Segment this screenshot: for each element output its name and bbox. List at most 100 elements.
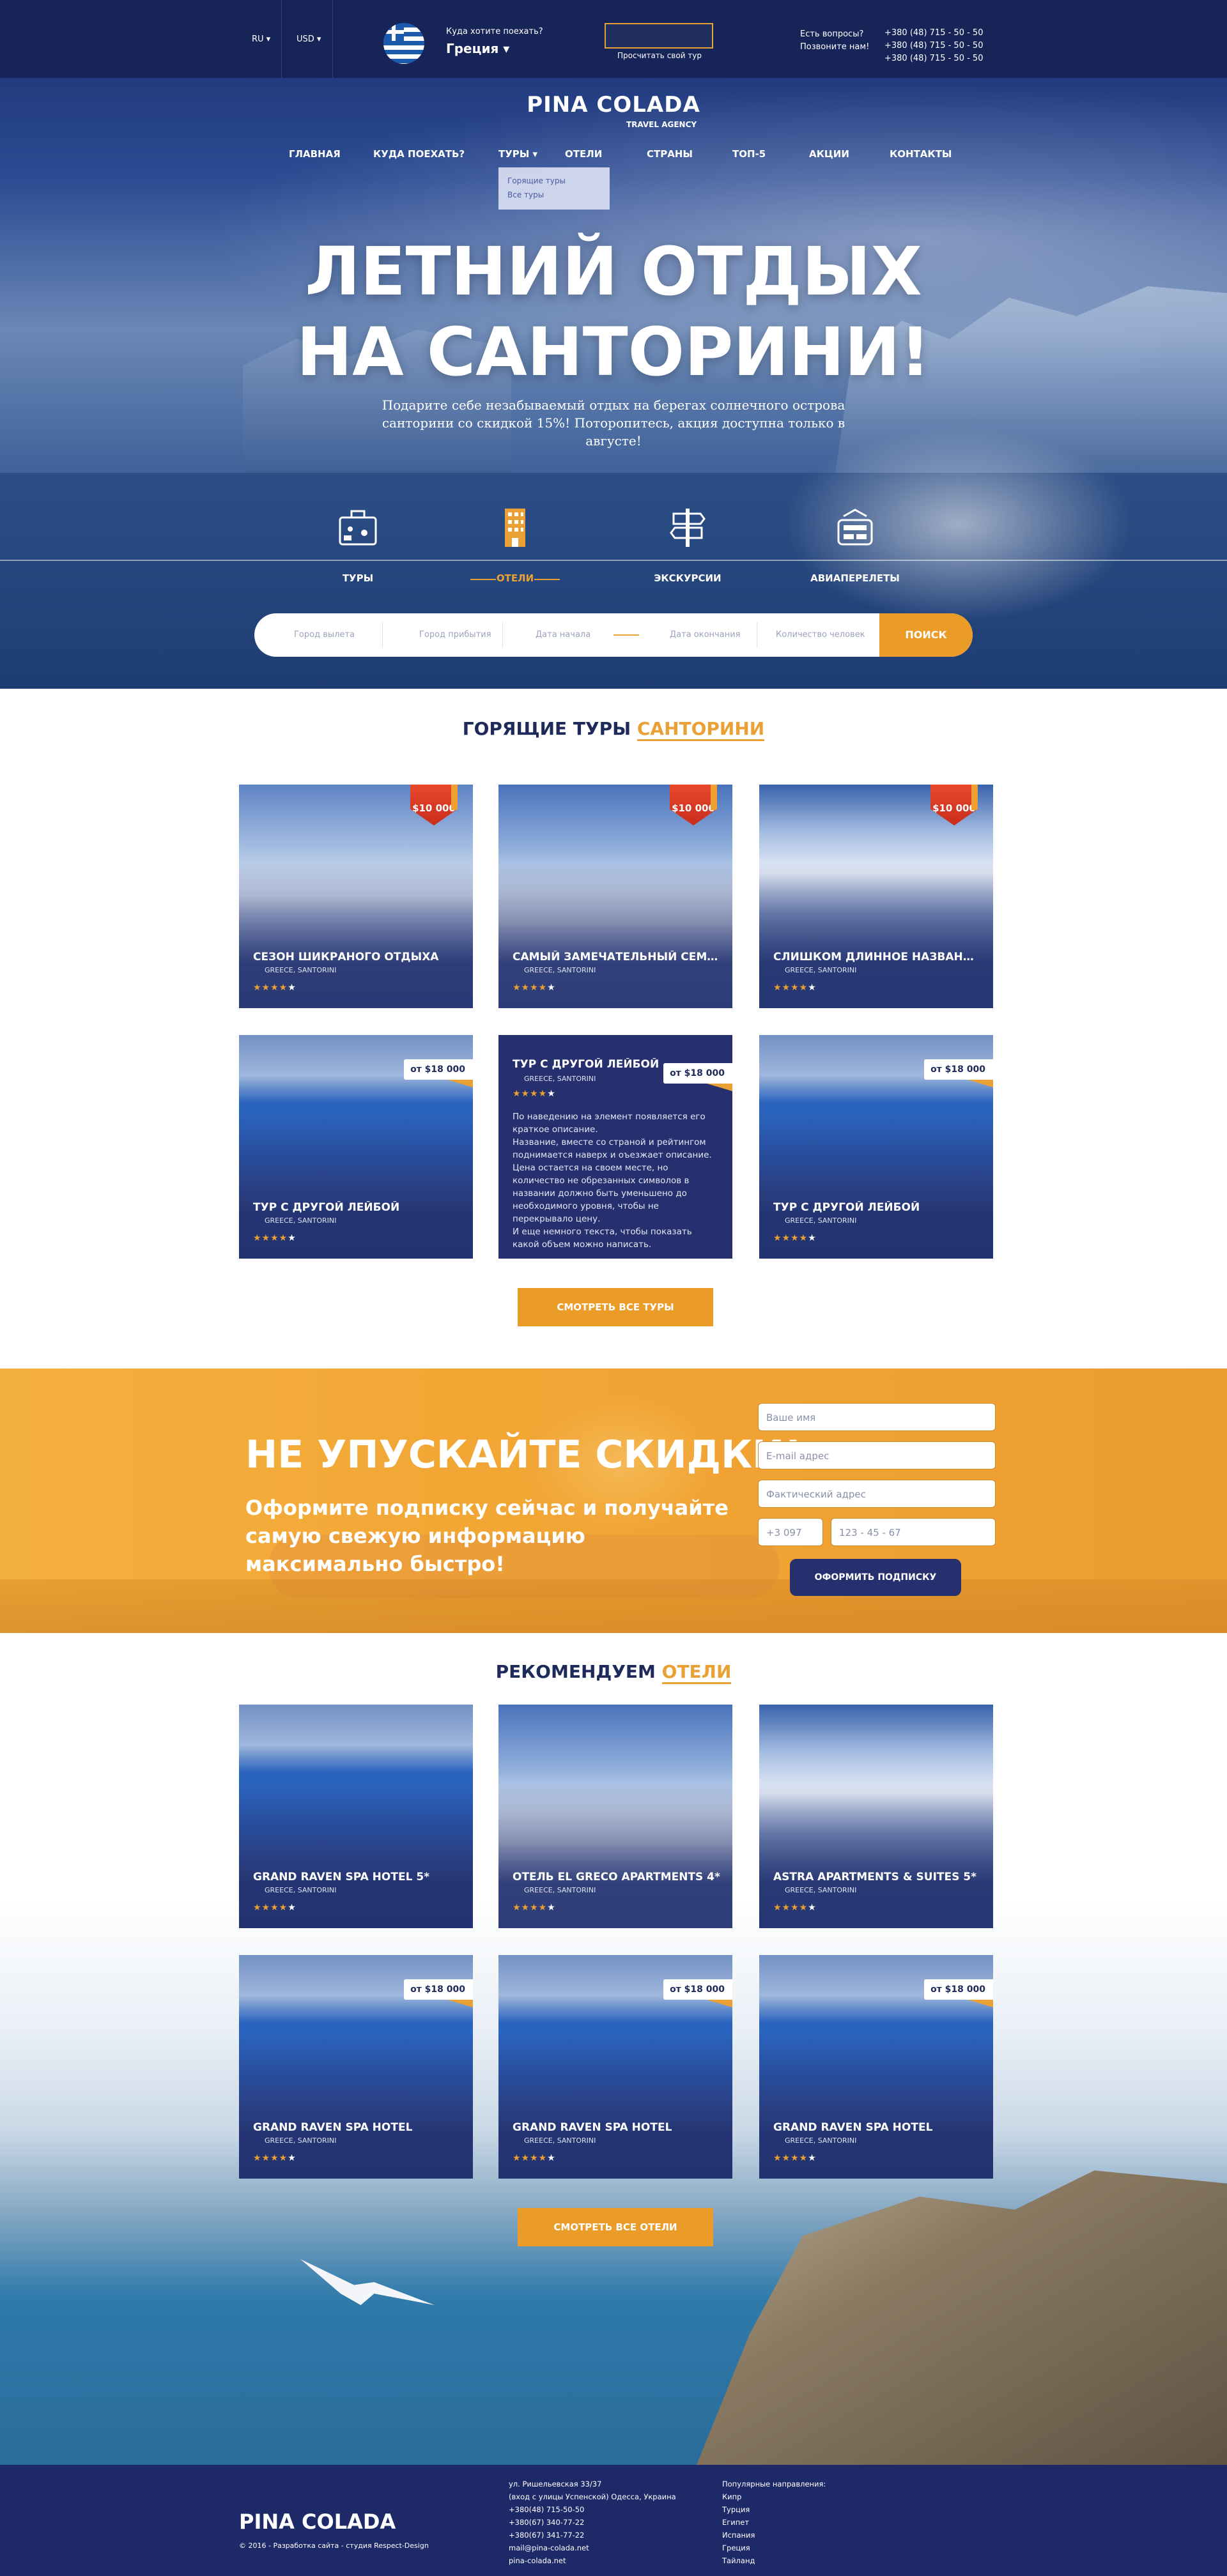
- footer-address: ул. Ришельевская 33/37 (вход с улицы Усп…: [509, 2478, 676, 2567]
- all-hotels-button[interactable]: СМОТРЕТЬ ВСЕ ОТЕЛИ: [518, 2208, 713, 2246]
- rating-stars: ★★★★★: [513, 983, 556, 993]
- hotel-location: GREECE, SANTORINI: [265, 1886, 337, 1894]
- tour-card[interactable]: $10 000 САМЫЙ ЗАМЕЧАТЕЛЬНЫЙ СЕМЕЙНЫЙ ТУР…: [498, 785, 732, 1008]
- search-to-field[interactable]: Город прибытия: [419, 613, 491, 657]
- hotel-title: GRAND RAVEN SPA HOTEL: [513, 2121, 672, 2134]
- hotel-location: GREECE, SANTORINI: [265, 2136, 337, 2145]
- nav-tours[interactable]: ТУРЫ ▾: [498, 148, 537, 160]
- phone-3[interactable]: +380 (48) 715 - 50 - 50: [884, 52, 983, 65]
- category-divider: [0, 560, 1227, 561]
- hotel-card[interactable]: от $18 000 GRAND RAVEN SPA HOTEL GREECE,…: [498, 1955, 732, 2179]
- address-input[interactable]: Фактический адрес: [758, 1480, 996, 1508]
- main-nav: ГЛАВНАЯ КУДА ПОЕХАТЬ? ТУРЫ ▾ ОТЕЛИ СТРАН…: [0, 148, 1227, 164]
- dropdown-hot-tours[interactable]: Горящие туры: [507, 176, 566, 185]
- rating-stars: ★★★★★: [773, 983, 817, 993]
- tour-card[interactable]: $10 000 СЛИШКОМ ДЛИННОЕ НАЗВАНИЕ ДЛЯ КРУ…: [759, 785, 993, 1008]
- hotel-card[interactable]: ОТЕЛЬ EL GRECO APARTMENTS 4* GREECE, SAN…: [498, 1705, 732, 1928]
- tour-description: По наведению на элемент появляется его к…: [513, 1112, 712, 1250]
- address-line: ул. Ришельевская 33/37: [509, 2480, 602, 2488]
- phone-1[interactable]: +380 (48) 715 - 50 - 50: [884, 27, 983, 40]
- nav-where[interactable]: КУДА ПОЕХАТЬ?: [373, 148, 465, 160]
- tour-location: GREECE, SANTORINI: [524, 966, 596, 974]
- rating-stars: ★★★★★: [773, 1233, 817, 1243]
- search-date-end[interactable]: Дата окончания: [670, 613, 740, 657]
- tour-card-hover[interactable]: от $18 000 ТУР С ДРУГОЙ ЛЕЙБОЙ GREECE, S…: [498, 1035, 732, 1259]
- footer-phone[interactable]: +380(67) 340-77-22: [509, 2516, 676, 2529]
- popular-link[interactable]: Турция: [722, 2503, 826, 2516]
- suitcase-icon: [335, 505, 381, 551]
- calc-tour-input[interactable]: [605, 23, 713, 49]
- subscribe-button[interactable]: ОФОРМИТЬ ПОДПИСКУ: [790, 1559, 961, 1596]
- category-label: ТУРЫ: [342, 572, 374, 584]
- site-logo-sub: TRAVEL AGENCY: [626, 120, 697, 129]
- email-input[interactable]: E-mail адрес: [758, 1441, 996, 1469]
- nav-contacts[interactable]: КОНТАКТЫ: [890, 148, 952, 160]
- popular-link[interactable]: Египет: [722, 2516, 826, 2529]
- category-excursions[interactable]: ЭКСКУРСИИ: [611, 505, 764, 584]
- nav-hotels[interactable]: ОТЕЛИ: [565, 148, 602, 160]
- tour-title: ТУР С ДРУГОЙ ЛЕЙБОЙ: [773, 1201, 920, 1214]
- phone-2[interactable]: +380 (48) 715 - 50 - 50: [884, 40, 983, 52]
- all-tours-button[interactable]: СМОТРЕТЬ ВСЕ ТУРЫ: [518, 1288, 713, 1326]
- site-logo[interactable]: PINA COLADA: [0, 92, 1227, 118]
- footer-copyright: © 2016 - Разработка сайта - студия Respe…: [239, 2542, 429, 2550]
- hotel-location: GREECE, SANTORINI: [785, 2136, 857, 2145]
- nav-top5[interactable]: ТОП-5: [732, 148, 766, 160]
- currency-select[interactable]: USD ▾: [297, 34, 321, 44]
- category-hotels[interactable]: ОТЕЛИ: [438, 505, 592, 584]
- popular-link[interactable]: Тайланд: [722, 2554, 826, 2567]
- hotels-title: РЕКОМЕНДУЕМ ОТЕЛИ: [0, 1661, 1227, 1684]
- tour-title: ТУР С ДРУГОЙ ЛЕЙБОЙ: [513, 1058, 660, 1071]
- footer-logo[interactable]: PINA COLADA: [239, 2510, 396, 2534]
- name-input[interactable]: Ваше имя: [758, 1403, 996, 1431]
- tour-card[interactable]: от $18 000 ТУР С ДРУГОЙ ЛЕЙБОЙ GREECE, S…: [239, 1035, 473, 1259]
- nav-countries[interactable]: СТРАНЫ: [647, 148, 693, 160]
- hotel-location: GREECE, SANTORINI: [524, 2136, 596, 2145]
- signpost-icon: [665, 505, 711, 551]
- footer-site[interactable]: pina-colada.net: [509, 2554, 676, 2567]
- hot-tours-title: ГОРЯЩИЕ ТУРЫ САНТОРИНИ: [0, 718, 1227, 741]
- plane-icon: [832, 505, 878, 551]
- footer-popular: Популярные направления: Кипр Турция Егип…: [722, 2478, 826, 2567]
- search-people[interactable]: Количество человек: [776, 613, 865, 657]
- hotel-card[interactable]: GRAND RAVEN SPA HOTEL 5* GREECE, SANTORI…: [239, 1705, 473, 1928]
- tour-location: GREECE, SANTORINI: [524, 1075, 596, 1083]
- hotel-card[interactable]: от $18 000 GRAND RAVEN SPA HOTEL GREECE,…: [239, 1955, 473, 2179]
- rating-stars: ★★★★★: [513, 1089, 556, 1099]
- popular-link[interactable]: Испания: [722, 2529, 826, 2542]
- price-tag: от $18 000: [404, 1979, 473, 2000]
- footer-email[interactable]: mail@pina-colada.net: [509, 2542, 676, 2554]
- address-line: (вход с улицы Успенской) Одесса, Украина: [509, 2492, 676, 2501]
- rating-stars: ★★★★★: [513, 1903, 556, 1913]
- tour-location: GREECE, SANTORINI: [785, 1216, 857, 1225]
- footer-phone[interactable]: +380(48) 715-50-50: [509, 2503, 676, 2516]
- price-tag: от $18 000: [663, 1063, 732, 1084]
- category-tours[interactable]: ТУРЫ: [281, 505, 435, 584]
- phone-code-input[interactable]: +3 097: [758, 1518, 823, 1546]
- search-from-field[interactable]: Город вылета: [294, 613, 355, 657]
- footer-phone[interactable]: +380(67) 341-77-22: [509, 2529, 676, 2542]
- seagull-image: [300, 2259, 435, 2305]
- dropdown-all-tours[interactable]: Все туры: [507, 190, 544, 199]
- phone-input[interactable]: 123 - 45 - 67: [831, 1518, 996, 1546]
- popular-link[interactable]: Греция: [722, 2542, 826, 2554]
- search-date-start[interactable]: Дата начала: [536, 613, 590, 657]
- destination-select[interactable]: Греция ▾: [446, 41, 509, 56]
- tour-card[interactable]: $10 000 СЕЗОН ШИКРАНОГО ОТДЫХА GREECE, S…: [239, 785, 473, 1008]
- hotel-card[interactable]: от $18 000 GRAND RAVEN SPA HOTEL GREECE,…: [759, 1955, 993, 2179]
- popular-link[interactable]: Кипр: [722, 2490, 826, 2503]
- tour-location: GREECE, SANTORINI: [265, 1216, 337, 1225]
- tour-card[interactable]: от $18 000 ТУР С ДРУГОЙ ЛЕЙБОЙ GREECE, S…: [759, 1035, 993, 1259]
- language-select[interactable]: RU ▾: [252, 34, 270, 44]
- nav-home[interactable]: ГЛАВНАЯ: [289, 148, 341, 160]
- hotel-title: ASTRA APARTMENTS & SUITES 5*: [773, 1871, 977, 1883]
- hotel-card[interactable]: ASTRA APARTMENTS & SUITES 5* GREECE, SAN…: [759, 1705, 993, 1928]
- rating-stars: ★★★★★: [773, 1903, 817, 1913]
- contact-prompt: Есть вопросы? Позвоните нам!: [800, 29, 870, 52]
- calc-tour-label[interactable]: Просчитать свой тур: [617, 51, 702, 60]
- price-tag: от $18 000: [924, 1059, 993, 1080]
- rating-stars: ★★★★★: [773, 2153, 817, 2163]
- category-flights[interactable]: АВИАПЕРЕЛЕТЫ: [778, 505, 932, 584]
- nav-deals[interactable]: АКЦИИ: [809, 148, 849, 160]
- search-button[interactable]: ПОИСК: [879, 613, 973, 657]
